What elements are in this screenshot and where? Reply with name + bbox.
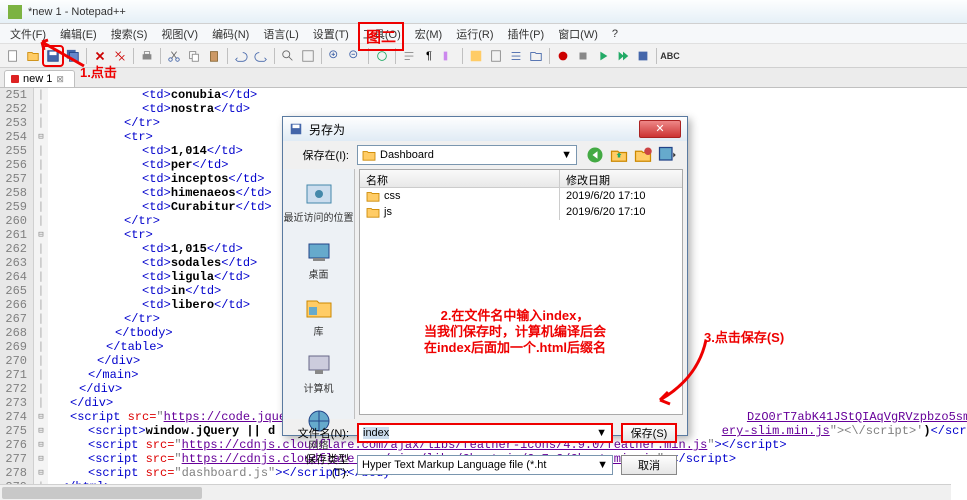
app-icon — [8, 5, 22, 19]
undo-button[interactable] — [232, 47, 250, 65]
tab-strip: new 1 ⊠ — [0, 68, 967, 88]
code-line[interactable]: <td>nostra</td> — [48, 102, 967, 116]
func-list-button[interactable] — [507, 47, 525, 65]
place-item[interactable]: 桌面 — [283, 230, 354, 287]
save-in-combo[interactable]: Dashboard ▼ — [357, 145, 577, 165]
menu-item[interactable]: 视图(V) — [155, 24, 204, 44]
annotation-arrow-1 — [36, 38, 86, 68]
menu-item[interactable]: 插件(P) — [502, 24, 551, 44]
file-row[interactable]: css2019/6/20 17:10 — [360, 188, 682, 204]
tab-close-icon[interactable]: ⊠ — [56, 74, 66, 84]
menu-item[interactable]: 设置(T) — [307, 24, 355, 44]
play-multi-button[interactable] — [614, 47, 632, 65]
stop-macro-button[interactable] — [574, 47, 592, 65]
lang-button[interactable] — [467, 47, 485, 65]
fold-column: │││⊟││││││⊟││││││││││││⊟⊟⊟⊟⊟│ — [34, 88, 48, 500]
menu-item[interactable]: 搜索(S) — [105, 24, 154, 44]
places-bar: 最近访问的位置桌面库计算机网络 — [283, 169, 355, 419]
annotation-step2: 2.在文件名中输入index， 当我们保存时，计算机编译后会 在index后面加… — [390, 308, 640, 356]
replace-button[interactable] — [299, 47, 317, 65]
window-title: *new 1 - Notepad++ — [28, 6, 126, 18]
save-as-dialog: 另存为 ✕ 保存在(I): Dashboard ▼ 最近访问的位置桌面库计算机网… — [282, 116, 688, 436]
print-button[interactable] — [138, 47, 156, 65]
menu-item[interactable]: ? — [606, 26, 624, 42]
cut-button[interactable] — [165, 47, 183, 65]
toolbar: ¶ ABC — [0, 44, 967, 68]
cancel-dialog-button[interactable]: 取消 — [621, 455, 677, 475]
zoom-in-button[interactable] — [326, 47, 344, 65]
col-name-header[interactable]: 名称 — [360, 170, 560, 187]
save-macro-button[interactable] — [634, 47, 652, 65]
menu-item[interactable]: 窗口(W) — [552, 24, 604, 44]
filetype-combo[interactable]: Hyper Text Markup Language file (*.ht ▼ — [357, 455, 613, 475]
horizontal-scrollbar[interactable] — [0, 484, 951, 500]
dialog-title: 另存为 — [309, 121, 639, 138]
doc-map-button[interactable] — [487, 47, 505, 65]
menu-item[interactable]: 宏(M) — [409, 24, 449, 44]
filename-input[interactable]: index ▼ — [357, 423, 613, 443]
dialog-titlebar[interactable]: 另存为 ✕ — [283, 117, 687, 141]
menu-item[interactable]: 运行(R) — [450, 24, 499, 44]
dialog-close-button[interactable]: ✕ — [639, 120, 681, 138]
new-folder-button[interactable] — [633, 145, 653, 165]
menu-item[interactable]: 编码(N) — [206, 24, 255, 44]
col-date-header[interactable]: 修改日期 — [560, 170, 682, 187]
save-dialog-button[interactable]: 保存(S) — [621, 423, 677, 443]
paste-button[interactable] — [205, 47, 223, 65]
tab-label: new 1 — [23, 73, 52, 85]
file-row[interactable]: js2019/6/20 17:10 — [360, 204, 682, 220]
dialog-icon — [289, 122, 303, 136]
view-menu-button[interactable] — [657, 145, 677, 165]
place-item[interactable]: 最近访问的位置 — [283, 173, 354, 230]
annotation-arrow-3 — [650, 338, 710, 408]
menubar: 文件(F)编辑(E)搜索(S)视图(V)编码(N)语言(L)设置(T)工具(O)… — [0, 24, 967, 44]
menu-item[interactable]: 语言(L) — [257, 24, 304, 44]
place-item[interactable]: 库 — [283, 287, 354, 344]
tab-dirty-icon — [11, 75, 19, 83]
code-line[interactable]: <td>conubia</td> — [48, 88, 967, 102]
window-titlebar: *new 1 - Notepad++ — [0, 0, 967, 24]
hidden-chars-button[interactable]: ¶ — [420, 47, 438, 65]
spell-check-button[interactable]: ABC — [661, 47, 679, 65]
annotation-step3: 3.点击保存(S) — [704, 327, 784, 346]
file-list[interactable]: 名称 修改日期 css2019/6/20 17:10js2019/6/20 17… — [359, 169, 683, 415]
up-folder-button[interactable] — [609, 145, 629, 165]
filename-label: 文件名(N): — [293, 425, 349, 441]
copy-button[interactable] — [185, 47, 203, 65]
filetype-label: 保存类型(T): — [293, 451, 349, 479]
play-macro-button[interactable] — [594, 47, 612, 65]
save-in-label: 保存在(I): — [293, 147, 349, 163]
tab-new1[interactable]: new 1 ⊠ — [4, 70, 75, 87]
new-file-button[interactable] — [4, 47, 22, 65]
annotation-image-label: 图二 — [358, 22, 404, 51]
go-back-button[interactable] — [585, 145, 605, 165]
record-macro-button[interactable] — [554, 47, 572, 65]
folder-button[interactable] — [527, 47, 545, 65]
indent-guide-button[interactable] — [440, 47, 458, 65]
place-item[interactable]: 计算机 — [283, 344, 354, 401]
find-button[interactable] — [279, 47, 297, 65]
redo-button[interactable] — [252, 47, 270, 65]
line-number-gutter: 2512522532542552562572582592602612622632… — [0, 88, 34, 500]
